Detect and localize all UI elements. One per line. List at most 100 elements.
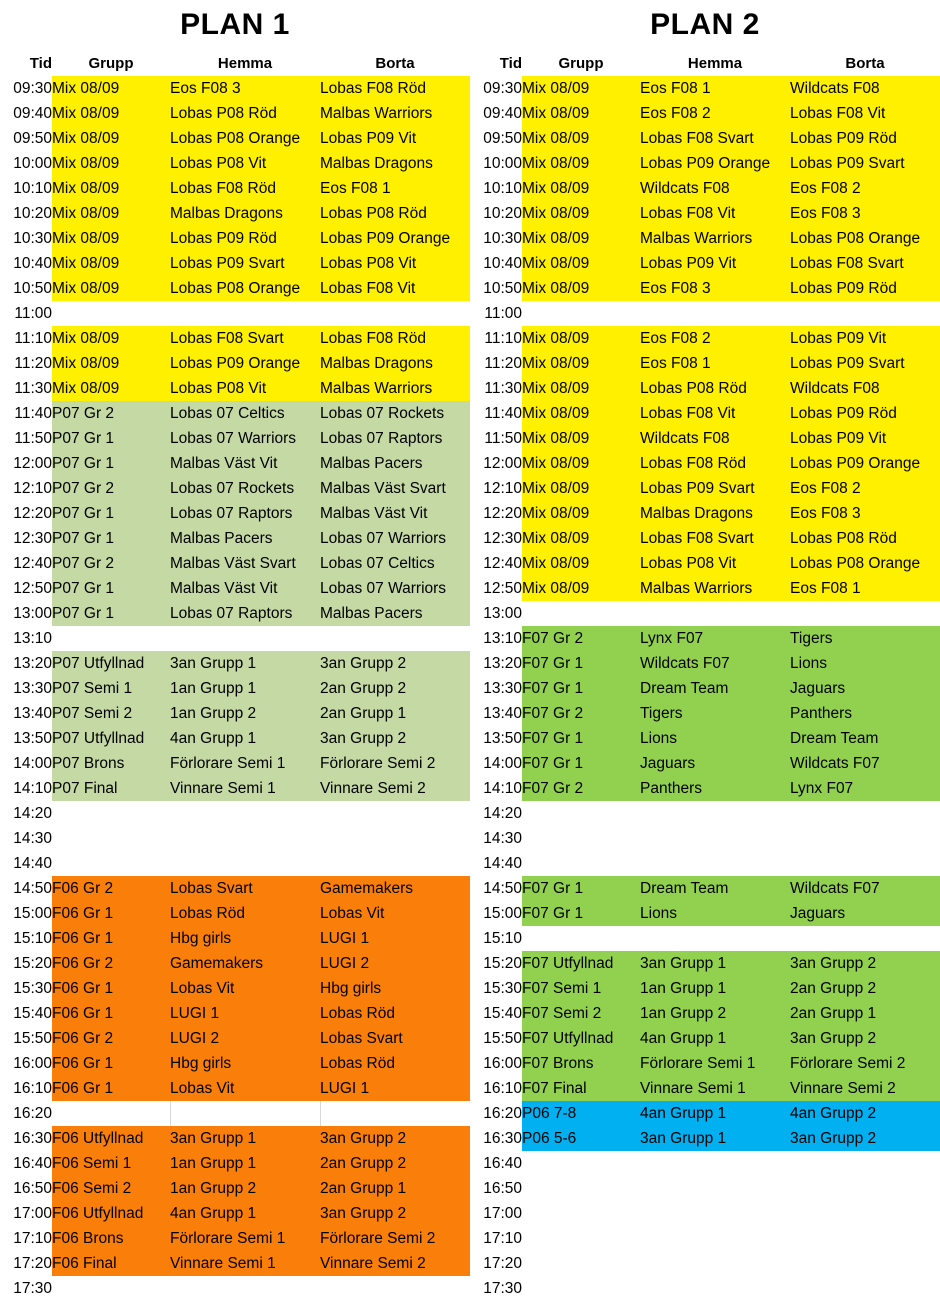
match-group: Mix 08/09 bbox=[52, 201, 170, 226]
away-team bbox=[790, 926, 940, 951]
match-group bbox=[52, 1276, 170, 1301]
home-team: Lobas P09 Orange bbox=[170, 351, 320, 376]
match-group: F06 Semi 2 bbox=[52, 1176, 170, 1201]
match-time: 13:30 bbox=[470, 676, 522, 701]
away-team: Gamemakers bbox=[320, 876, 470, 901]
match-group: P07 Gr 2 bbox=[52, 401, 170, 426]
home-team: Lobas 07 Raptors bbox=[170, 601, 320, 626]
match-group bbox=[52, 626, 170, 651]
away-team: Lobas 07 Raptors bbox=[320, 426, 470, 451]
home-team: 3an Grupp 1 bbox=[640, 1126, 790, 1151]
match-group: Mix 08/09 bbox=[52, 376, 170, 401]
match-time: 14:20 bbox=[0, 801, 52, 826]
match-group: Mix 08/09 bbox=[522, 451, 640, 476]
home-team: Eos F08 1 bbox=[640, 351, 790, 376]
match-group: F06 Gr 1 bbox=[52, 1051, 170, 1076]
away-team: Lobas P09 Orange bbox=[320, 226, 470, 251]
match-time: 14:40 bbox=[470, 851, 522, 876]
home-team: Lions bbox=[640, 726, 790, 751]
home-team: 4an Grupp 1 bbox=[170, 1201, 320, 1226]
table-row: 13:50 F07 Gr 1 Lions Dream Team bbox=[470, 726, 940, 751]
match-time: 09:50 bbox=[0, 126, 52, 151]
home-team: 4an Grupp 1 bbox=[640, 1026, 790, 1051]
match-time: 14:00 bbox=[0, 751, 52, 776]
away-team: 3an Grupp 2 bbox=[320, 1201, 470, 1226]
home-team: Hbg girls bbox=[170, 1051, 320, 1076]
away-team: Lobas P09 Röd bbox=[790, 401, 940, 426]
match-time: 09:30 bbox=[470, 76, 522, 101]
table-row: 12:40 P07 Gr 2 Malbas Väst Svart Lobas 07 C… bbox=[0, 551, 470, 576]
table-row: 13:00 bbox=[470, 601, 940, 626]
match-group bbox=[52, 1101, 170, 1126]
table-row: 17:10 bbox=[470, 1226, 940, 1251]
match-group: Mix 08/09 bbox=[52, 226, 170, 251]
match-group bbox=[52, 801, 170, 826]
away-team bbox=[790, 1226, 940, 1251]
home-team: Tigers bbox=[640, 701, 790, 726]
match-group: Mix 08/09 bbox=[522, 576, 640, 601]
match-group: F06 Brons bbox=[52, 1226, 170, 1251]
table-row: 16:20 P06 7-8 4an Grupp 1 4an Grupp 2 bbox=[470, 1101, 940, 1126]
home-team bbox=[170, 1276, 320, 1301]
match-time: 10:40 bbox=[0, 251, 52, 276]
table-row: 12:30 P07 Gr 1 Malbas Pacers Lobas 07 Warri… bbox=[0, 526, 470, 551]
table-row: 10:40 Mix 08/09 Lobas P09 Svart Lobas P08 V… bbox=[0, 251, 470, 276]
away-team: 3an Grupp 2 bbox=[790, 1026, 940, 1051]
home-team: Malbas Dragons bbox=[170, 201, 320, 226]
match-group: F07 Brons bbox=[522, 1051, 640, 1076]
home-team: Lobas 07 Warriors bbox=[170, 426, 320, 451]
match-time: 15:30 bbox=[0, 976, 52, 1001]
table-row: 17:10 F06 Brons Förlorare Semi 1 Förlorare … bbox=[0, 1226, 470, 1251]
match-group: Mix 08/09 bbox=[52, 351, 170, 376]
table-row: 10:00 Mix 08/09 Lobas P09 Orange Lobas P09 … bbox=[470, 151, 940, 176]
home-team: Lobas P08 Vit bbox=[640, 551, 790, 576]
away-team: Vinnare Semi 2 bbox=[320, 1251, 470, 1276]
match-time: 14:30 bbox=[0, 826, 52, 851]
home-team: Lobas P09 Röd bbox=[170, 226, 320, 251]
home-team bbox=[640, 801, 790, 826]
home-team: Wildcats F08 bbox=[640, 176, 790, 201]
match-time: 16:40 bbox=[0, 1151, 52, 1176]
match-group: P07 Gr 1 bbox=[52, 576, 170, 601]
match-time: 10:00 bbox=[0, 151, 52, 176]
away-team: Lobas P08 Röd bbox=[320, 201, 470, 226]
home-team: Dream Team bbox=[640, 676, 790, 701]
table-row: 12:40 Mix 08/09 Lobas P08 Vit Lobas P08 Ora… bbox=[470, 551, 940, 576]
home-team: Lobas F08 Vit bbox=[640, 401, 790, 426]
table-row: 15:00 F06 Gr 1 Lobas Röd Lobas Vit bbox=[0, 901, 470, 926]
table-row: 16:50 F06 Semi 2 1an Grupp 2 2an Grupp 1 bbox=[0, 1176, 470, 1201]
home-team: Lobas P09 Svart bbox=[170, 251, 320, 276]
plan-1-rows: 09:30 Mix 08/09 Eos F08 3 Lobas F08 Röd 09:4… bbox=[0, 76, 470, 1301]
match-time: 10:30 bbox=[0, 226, 52, 251]
match-time: 17:00 bbox=[0, 1201, 52, 1226]
match-group: Mix 08/09 bbox=[522, 551, 640, 576]
match-time: 09:40 bbox=[470, 101, 522, 126]
match-group: F07 Gr 1 bbox=[522, 676, 640, 701]
table-row: 15:10 bbox=[470, 926, 940, 951]
match-time: 10:20 bbox=[0, 201, 52, 226]
table-row: 10:40 Mix 08/09 Lobas P09 Vit Lobas F08 Sva… bbox=[470, 251, 940, 276]
table-row: 09:50 Mix 08/09 Lobas P08 Orange Lobas P09 … bbox=[0, 126, 470, 151]
table-row: 10:00 Mix 08/09 Lobas P08 Vit Malbas Dragon… bbox=[0, 151, 470, 176]
column-header-tid: Tid bbox=[470, 50, 522, 76]
match-time: 12:50 bbox=[0, 576, 52, 601]
table-row: 11:30 Mix 08/09 Lobas P08 Vit Malbas Warrio… bbox=[0, 376, 470, 401]
away-team: Lobas P09 Svart bbox=[790, 151, 940, 176]
away-team: Lobas F08 Vit bbox=[790, 101, 940, 126]
match-time: 14:50 bbox=[0, 876, 52, 901]
away-team: Lobas F08 Svart bbox=[790, 251, 940, 276]
match-time: 16:20 bbox=[0, 1101, 52, 1126]
table-row: 14:30 bbox=[0, 826, 470, 851]
home-team: LUGI 1 bbox=[170, 1001, 320, 1026]
home-team: 1an Grupp 2 bbox=[170, 701, 320, 726]
home-team: Lobas Röd bbox=[170, 901, 320, 926]
home-team: Eos F08 2 bbox=[640, 101, 790, 126]
match-time: 16:40 bbox=[470, 1151, 522, 1176]
match-group: Mix 08/09 bbox=[52, 76, 170, 101]
away-team: 2an Grupp 2 bbox=[320, 676, 470, 701]
home-team: Lobas P09 Svart bbox=[640, 476, 790, 501]
table-row: 16:40 F06 Semi 1 1an Grupp 1 2an Grupp 2 bbox=[0, 1151, 470, 1176]
home-team: Lobas Svart bbox=[170, 876, 320, 901]
match-time: 12:40 bbox=[470, 551, 522, 576]
table-row: 15:30 F07 Semi 1 1an Grupp 1 2an Grupp 2 bbox=[470, 976, 940, 1001]
